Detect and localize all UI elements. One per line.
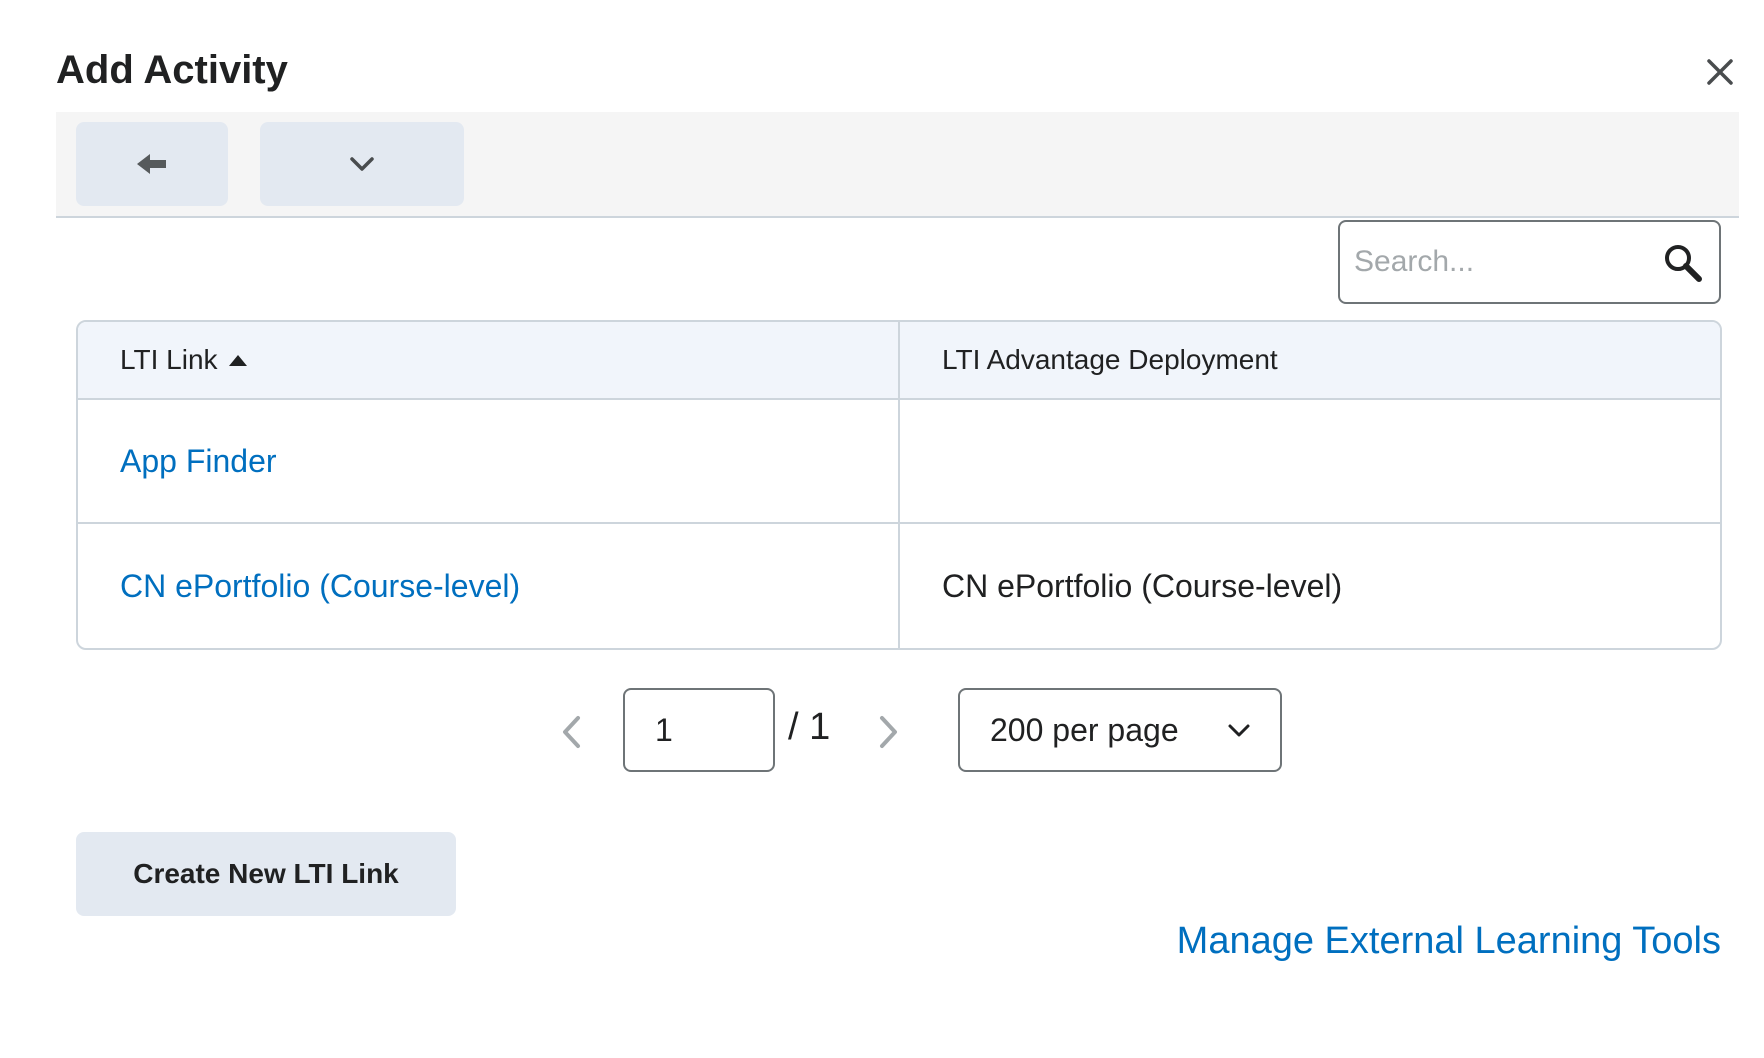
table-cell	[900, 400, 1720, 522]
column-header-label: LTI Link	[120, 344, 218, 375]
search-box	[1338, 220, 1721, 304]
close-button[interactable]	[1700, 52, 1740, 92]
close-icon	[1707, 59, 1733, 85]
table-header-row: LTI Link LTI Advantage Deployment	[78, 322, 1720, 400]
add-activity-dialog: Add Activity LTI Link	[0, 0, 1764, 1058]
table-cell: CN ePortfolio (Course-level)	[78, 524, 900, 648]
column-header-label: LTI Advantage Deployment	[942, 344, 1278, 375]
column-header-lti-link[interactable]: LTI Link	[78, 322, 900, 398]
manage-external-learning-tools-link[interactable]: Manage External Learning Tools	[1177, 920, 1721, 963]
lti-link-app-finder[interactable]: App Finder	[120, 443, 277, 480]
chevron-down-icon	[1228, 724, 1250, 737]
arrow-left-icon	[137, 154, 166, 174]
lti-links-table: LTI Link LTI Advantage Deployment App Fi…	[76, 320, 1722, 650]
column-header-deployment: LTI Advantage Deployment	[900, 322, 1720, 398]
per-page-select[interactable]: 200 per page	[958, 688, 1282, 772]
deployment-value: CN ePortfolio (Course-level)	[942, 567, 1343, 604]
toolbar	[56, 112, 1739, 218]
previous-page-button[interactable]	[558, 712, 584, 752]
table-cell: App Finder	[78, 400, 900, 522]
table-cell: CN ePortfolio (Course-level)	[900, 524, 1720, 648]
search-icon[interactable]	[1662, 242, 1704, 284]
sort-ascending-icon[interactable]	[228, 353, 248, 367]
lti-link-cn-eportfolio[interactable]: CN ePortfolio (Course-level)	[120, 568, 520, 605]
create-new-lti-link-button[interactable]: Create New LTI Link	[76, 832, 456, 916]
table-row: App Finder	[78, 400, 1720, 524]
next-page-button[interactable]	[876, 712, 902, 752]
chevron-left-icon	[563, 716, 580, 748]
dialog-title: Add Activity	[56, 48, 288, 92]
chevron-down-icon	[350, 157, 374, 171]
table-row: CN ePortfolio (Course-level) CN ePortfol…	[78, 524, 1720, 648]
page-number-input[interactable]	[623, 688, 775, 772]
per-page-label: 200 per page	[990, 711, 1179, 748]
more-options-button[interactable]	[260, 122, 464, 206]
page-total: / 1	[788, 706, 831, 748]
back-button[interactable]	[76, 122, 228, 206]
chevron-right-icon	[880, 716, 897, 748]
search-input[interactable]	[1354, 232, 1644, 292]
